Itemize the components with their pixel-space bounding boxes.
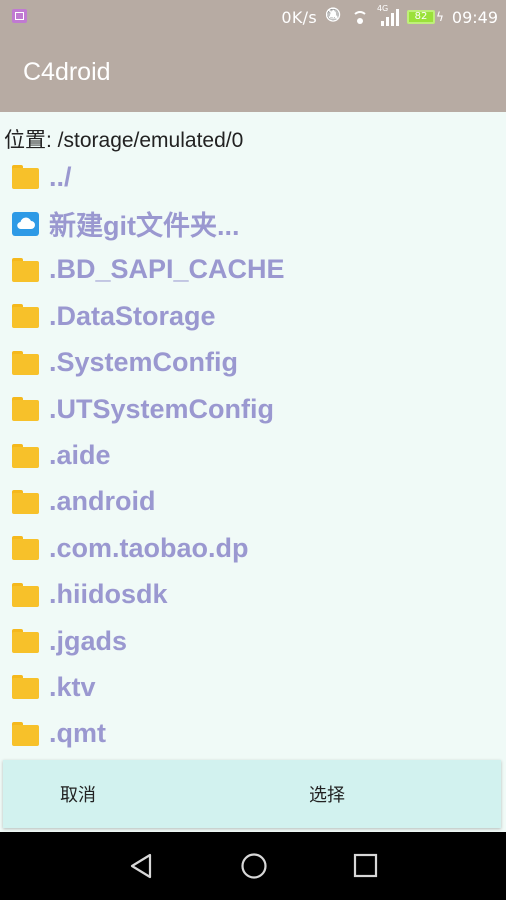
file-name: 新建git文件夹... bbox=[49, 211, 240, 242]
list-item[interactable]: .ktv bbox=[0, 664, 506, 710]
status-icons: 0K/s 4G 82 ϟ 09:49 bbox=[281, 4, 498, 28]
folder-icon bbox=[12, 165, 39, 190]
file-name: .BD_SAPI_CACHE bbox=[49, 254, 285, 285]
file-list: ../ 新建git文件夹... .BD_SAPI_CACHE .DataStor… bbox=[0, 154, 506, 757]
folder-icon bbox=[12, 629, 39, 654]
list-item[interactable]: 新建git文件夹... bbox=[0, 200, 506, 246]
list-item[interactable]: .UTSystemConfig bbox=[0, 386, 506, 432]
folder-icon bbox=[12, 304, 39, 329]
folder-icon bbox=[12, 489, 39, 514]
gallery-notification-icon bbox=[12, 9, 27, 23]
signal-icon: 4G bbox=[377, 4, 399, 26]
home-icon[interactable] bbox=[240, 852, 268, 880]
file-name: .ktv bbox=[49, 671, 96, 702]
list-item[interactable]: .qmt bbox=[0, 711, 506, 757]
cloud-icon bbox=[12, 211, 39, 236]
dialog-button-bar: 取消 选择 bbox=[3, 760, 501, 828]
file-name: .UTSystemConfig bbox=[49, 393, 275, 424]
mute-icon bbox=[325, 9, 343, 25]
app-bar: 0K/s 4G 82 ϟ 09:49 C4droid bbox=[0, 0, 506, 112]
signal-type-label: 4G bbox=[376, 4, 389, 13]
cancel-button[interactable]: 取消 bbox=[3, 760, 153, 828]
app-title: C4droid bbox=[23, 58, 111, 86]
select-button[interactable]: 选择 bbox=[253, 760, 401, 828]
file-name: ../ bbox=[49, 161, 72, 192]
folder-icon bbox=[12, 721, 39, 746]
wifi-icon bbox=[351, 9, 369, 25]
list-item[interactable]: .android bbox=[0, 479, 506, 525]
file-name: .android bbox=[49, 486, 156, 517]
folder-icon bbox=[12, 350, 39, 375]
recent-apps-icon[interactable] bbox=[353, 853, 379, 879]
list-item[interactable]: ../ bbox=[0, 154, 506, 200]
battery-level: 82 bbox=[406, 10, 435, 24]
folder-icon bbox=[12, 443, 39, 468]
file-name: .jgads bbox=[49, 625, 128, 656]
clock: 09:49 bbox=[451, 7, 498, 27]
back-icon[interactable] bbox=[128, 852, 154, 880]
network-speed: 0K/s bbox=[281, 7, 317, 27]
file-name: .hiidosdk bbox=[49, 579, 168, 610]
status-bar: 0K/s 4G 82 ϟ 09:49 bbox=[0, 0, 506, 34]
file-name: .aide bbox=[49, 440, 111, 471]
list-item[interactable]: .SystemConfig bbox=[0, 340, 506, 386]
location-path: 位置: /storage/emulated/0 bbox=[4, 129, 244, 152]
folder-icon bbox=[12, 675, 39, 700]
list-item[interactable]: .DataStorage bbox=[0, 293, 506, 339]
file-name: .SystemConfig bbox=[49, 347, 239, 378]
file-name: .com.taobao.dp bbox=[49, 532, 249, 563]
list-item[interactable]: .BD_SAPI_CACHE bbox=[0, 247, 506, 293]
file-name: .qmt bbox=[49, 718, 106, 749]
list-item[interactable]: .aide bbox=[0, 432, 506, 478]
list-item[interactable]: .hiidosdk bbox=[0, 572, 506, 618]
list-item[interactable]: .jgads bbox=[0, 618, 506, 664]
file-name: .DataStorage bbox=[49, 300, 216, 331]
list-item[interactable]: .com.taobao.dp bbox=[0, 525, 506, 571]
navigation-bar bbox=[0, 832, 506, 900]
folder-icon bbox=[12, 582, 39, 607]
folder-icon bbox=[12, 397, 39, 422]
folder-icon bbox=[12, 257, 39, 282]
battery-icon: 82 ϟ bbox=[406, 10, 444, 24]
folder-icon bbox=[12, 536, 39, 561]
